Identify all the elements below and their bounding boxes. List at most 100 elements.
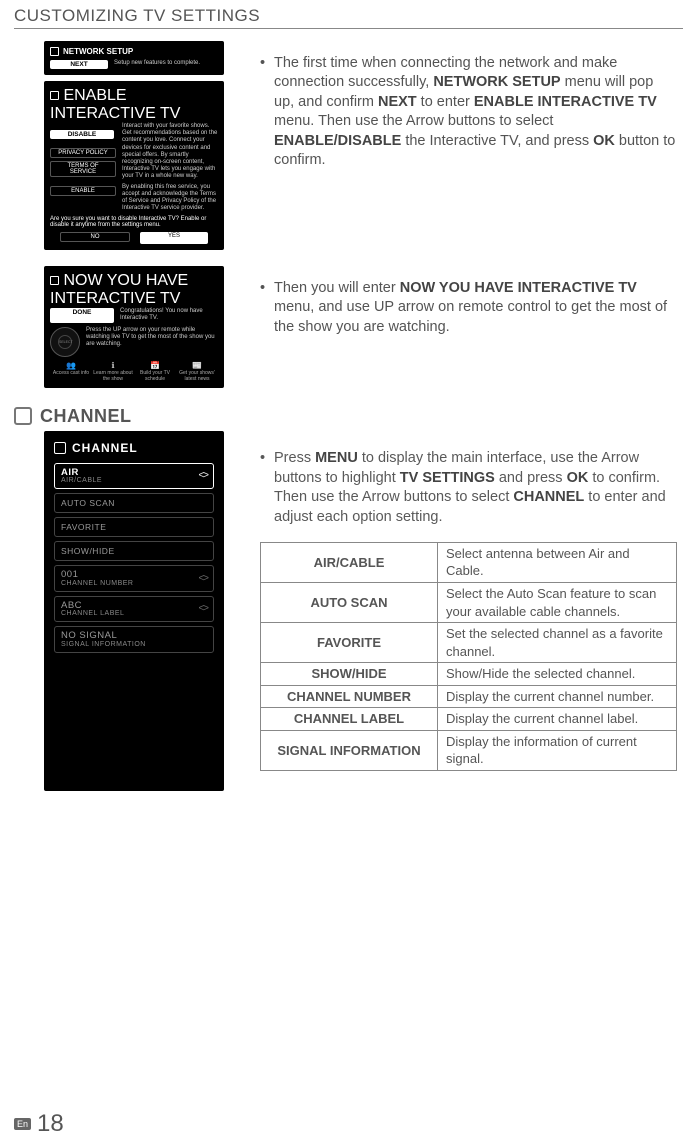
tv2-desc2: By enabling this free service, you accep… — [122, 184, 218, 213]
opt-val: Show/Hide the selected channel. — [438, 663, 677, 686]
s3-b4: CHANNEL — [513, 489, 584, 505]
section2-paragraph: Then you will enter NOW YOU HAVE INTERAC… — [274, 279, 677, 338]
cp-favorite-label: FAVORITE — [61, 522, 106, 532]
tv2-button-stack: DISABLE PRIVACY POLICY TERMS OF SERVICE … — [50, 123, 116, 212]
cp-item-signal: NO SIGNAL SIGNAL INFORMATION — [54, 626, 214, 653]
section3-bullet: • Press MENU to display the main interfa… — [260, 449, 677, 527]
tv2-confirm-text: Are you sure you want to disable Interac… — [50, 216, 218, 228]
cp-air-main: AIR — [61, 468, 102, 478]
page-header: CUSTOMIZING TV SETTINGS — [14, 6, 683, 29]
tv3-icon-cast: 👥Access cast info — [50, 361, 92, 382]
tv1-next-button: NEXT — [50, 60, 108, 69]
s2-t1: Then you will enter — [274, 280, 400, 296]
s3-b3: OK — [567, 470, 589, 486]
opt-key: AIR/CABLE — [261, 542, 438, 582]
cp-air-sub: AIR/CABLE — [61, 477, 102, 484]
channel-panel-title-text: CHANNEL — [72, 441, 138, 455]
opt-key: SIGNAL INFORMATION — [261, 730, 438, 770]
s1-b1: NETWORK SETUP — [433, 74, 560, 90]
square-icon — [50, 276, 59, 285]
tv3-desc2: Press the UP arrow on your remote while … — [86, 327, 218, 357]
channel-heading-text: CHANNEL — [40, 406, 132, 427]
news-icon: 📰 — [176, 361, 218, 370]
s1-b5: OK — [593, 133, 615, 149]
tv2-yes-button: YES — [140, 232, 208, 244]
tv3-done-button: DONE — [50, 308, 114, 322]
opt-key: AUTO SCAN — [261, 582, 438, 622]
table-row: AUTO SCANSelect the Auto Scan feature to… — [261, 582, 677, 622]
s3-b2: TV SETTINGS — [400, 470, 495, 486]
tv1-body: NEXT Setup new features to complete. — [50, 60, 218, 69]
cp-air-stack: AIR AIR/CABLE — [61, 468, 102, 485]
table-row: SIGNAL INFORMATIONDisplay the informatio… — [261, 730, 677, 770]
s1-t4: menu. Then use the Arrow buttons to sele… — [274, 113, 553, 129]
tv2-desc-col: Interact with your favorite shows. Get r… — [122, 123, 218, 212]
square-icon — [50, 47, 59, 56]
channel-panel-column: CHANNEL AIR AIR/CABLE < > AUTO SCAN FAVO… — [14, 431, 244, 791]
s3-b1: MENU — [315, 450, 358, 466]
lang-badge: En — [14, 1118, 31, 1130]
tv3-icon-a-label: Access cast info — [53, 370, 89, 376]
cp-label-sub: CHANNEL LABEL — [61, 610, 124, 617]
table-row: FAVORITESet the selected channel as a fa… — [261, 623, 677, 663]
cp-signal-sub: SIGNAL INFORMATION — [61, 641, 146, 648]
screenshot-column: NOW YOU HAVE INTERACTIVE TV DONE Congrat… — [14, 260, 244, 387]
s1-b2: NEXT — [378, 94, 417, 110]
section1-bullet: • The first time when connecting the net… — [260, 54, 677, 171]
page-number: 18 — [37, 1110, 64, 1138]
chevron-left-right-icon: < > — [199, 603, 207, 614]
tv1-desc: Setup new features to complete. — [114, 60, 200, 69]
tv-enable-interactive-shot: ENABLE INTERACTIVE TV DISABLE PRIVACY PO… — [44, 81, 224, 250]
chevron-left-right-icon: < > — [199, 573, 207, 584]
calendar-icon: 📅 — [134, 361, 176, 370]
channel-panel-shot: CHANNEL AIR AIR/CABLE < > AUTO SCAN FAVO… — [44, 431, 224, 791]
tv-network-setup-shot: NETWORK SETUP NEXT Setup new features to… — [44, 41, 224, 75]
channel-panel-title: CHANNEL — [54, 441, 214, 455]
table-row: AIR/CABLESelect antenna between Air and … — [261, 542, 677, 582]
screenshot-column: NETWORK SETUP NEXT Setup new features to… — [14, 35, 244, 250]
info-icon: ℹ — [92, 361, 134, 370]
cp-signal-main: NO SIGNAL — [61, 631, 146, 641]
chevron-left-right-icon: < > — [199, 470, 207, 481]
opt-val: Display the current channel label. — [438, 708, 677, 731]
cp-item-favorite: FAVORITE — [54, 517, 214, 537]
cp-number-main: 001 — [61, 570, 133, 580]
tv3-icon-info: ℹLearn more about the show — [92, 361, 134, 382]
section3-paragraph: Press MENU to display the main interface… — [274, 449, 677, 527]
tv2-yes-no-row: NO YES — [50, 232, 218, 244]
section3-text: • Press MENU to display the main interfa… — [244, 431, 683, 791]
tv2-disable-button: DISABLE — [50, 130, 114, 139]
tv-now-interactive-shot: NOW YOU HAVE INTERACTIVE TV DONE Congrat… — [44, 266, 224, 387]
bullet-dot: • — [260, 279, 274, 338]
cp-showhide-label: SHOW/HIDE — [61, 546, 115, 556]
s2-t2: menu, and use UP arrow on remote control… — [274, 299, 667, 335]
page-title: CUSTOMIZING TV SETTINGS — [14, 6, 683, 26]
opt-val: Display the information of current signa… — [438, 730, 677, 770]
channel-heading: CHANNEL — [14, 406, 683, 427]
channel-options-table: AIR/CABLESelect antenna between Air and … — [260, 542, 677, 771]
opt-val: Display the current channel number. — [438, 685, 677, 708]
tv3-icon-schedule: 📅Build your TV schedule — [134, 361, 176, 382]
tv2-desc1: Interact with your favorite shows. Get r… — [122, 123, 218, 181]
section1-paragraph: The first time when connecting the netwo… — [274, 54, 677, 171]
table-row: CHANNEL NUMBERDisplay the current channe… — [261, 685, 677, 708]
cp-item-label: ABC CHANNEL LABEL < > — [54, 596, 214, 623]
tv3-icon-c-label: Build your TV schedule — [140, 370, 170, 382]
s1-t5: the Interactive TV, and press — [401, 133, 593, 149]
opt-val: Set the selected channel as a favorite c… — [438, 623, 677, 663]
tv3-title-row: NOW YOU HAVE INTERACTIVE TV — [50, 272, 218, 308]
bullet-dot: • — [260, 54, 274, 171]
tv3-title: NOW YOU HAVE INTERACTIVE TV — [50, 272, 188, 307]
s1-b4: ENABLE/DISABLE — [274, 133, 401, 149]
tv2-no-button: NO — [60, 232, 130, 242]
s3-t1: Press — [274, 450, 315, 466]
remote-icon — [50, 327, 80, 357]
opt-val: Select the Auto Scan feature to scan you… — [438, 582, 677, 622]
s2-b1: NOW YOU HAVE INTERACTIVE TV — [400, 280, 637, 296]
people-icon: 👥 — [50, 361, 92, 370]
cp-number-stack: 001 CHANNEL NUMBER — [61, 570, 133, 587]
square-icon — [14, 407, 32, 425]
section-channel: CHANNEL AIR AIR/CABLE < > AUTO SCAN FAVO… — [14, 431, 683, 791]
opt-key: CHANNEL NUMBER — [261, 685, 438, 708]
square-icon — [50, 91, 59, 100]
